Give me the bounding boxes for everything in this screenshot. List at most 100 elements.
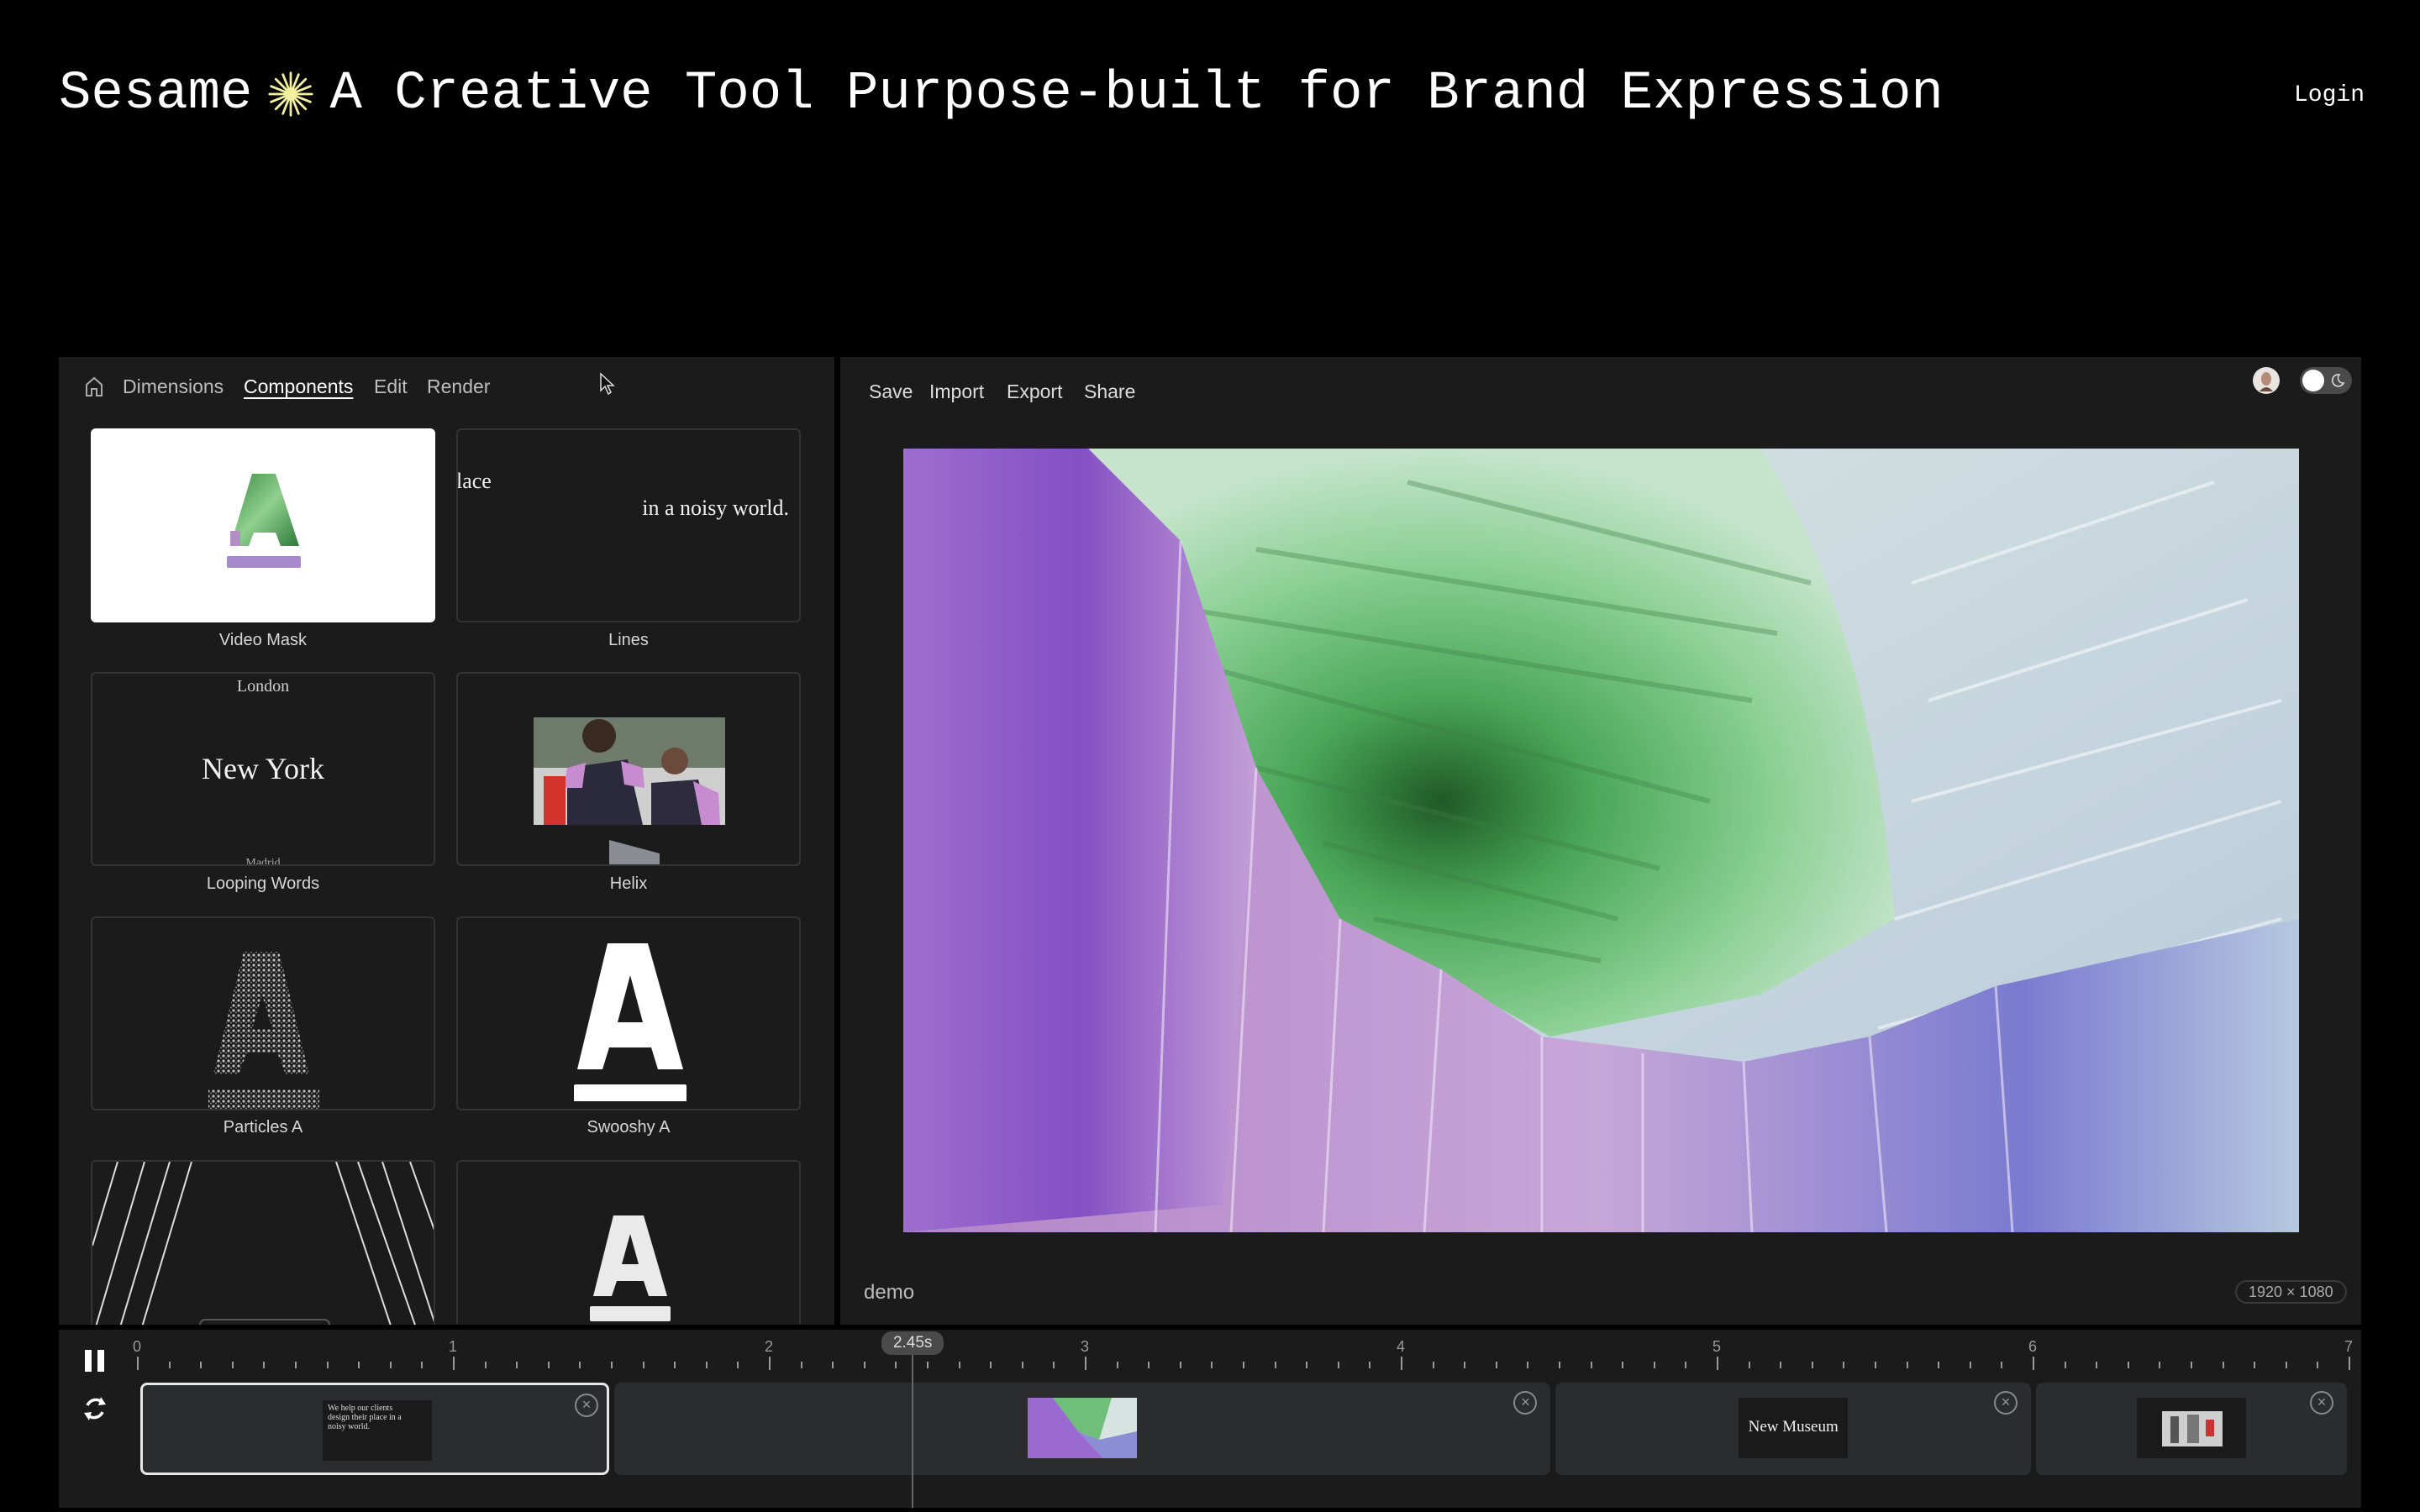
loop-icon[interactable]	[81, 1392, 109, 1425]
export-button[interactable]: Export	[1007, 381, 1062, 403]
component-card-lines-a[interactable]	[91, 1160, 435, 1325]
component-card-particles-a[interactable]	[91, 916, 435, 1110]
remove-clip-close-icon[interactable]: ×	[1993, 1391, 2018, 1415]
timeline: 0 1 2 3 4 5 6 7 We help our clients design thei…	[59, 1330, 2361, 1508]
ruler-minor-tick	[1053, 1362, 1055, 1368]
editor-panel: Save Import Export Share demo 1920 × 108…	[840, 357, 2361, 1325]
ruler-minor-tick	[642, 1362, 644, 1368]
login-link[interactable]: Login	[2294, 82, 2365, 108]
ruler-minor-tick	[927, 1362, 929, 1368]
nav-dimensions[interactable]: Dimensions	[123, 375, 224, 398]
save-button[interactable]: Save	[869, 381, 913, 403]
ruler-minor-tick	[1938, 1362, 1940, 1368]
ruler-minor-tick	[705, 1362, 708, 1368]
timeline-clip[interactable]: New Museum ×	[1555, 1383, 2031, 1475]
ruler-major-tick	[2033, 1357, 2034, 1370]
asterisk-star-icon	[268, 71, 314, 117]
component-card-video-mask[interactable]	[91, 428, 435, 622]
ruler-major-tick	[1401, 1357, 1402, 1370]
page-title: Sesame A Creative Tool Purpose-built for…	[59, 64, 1944, 124]
looping-word-main: New York	[201, 752, 325, 785]
canvas-preview[interactable]	[903, 449, 2299, 1232]
component-label: Helix	[609, 874, 648, 893]
ruler-label: 2	[764, 1338, 774, 1355]
import-button[interactable]: Import	[929, 381, 984, 403]
ruler-minor-tick	[2127, 1362, 2129, 1368]
ruler-minor-tick	[1780, 1362, 1782, 1368]
remove-clip-close-icon[interactable]: ×	[2310, 1391, 2333, 1415]
ruler-minor-tick	[263, 1362, 266, 1368]
ruler-minor-tick	[547, 1362, 550, 1368]
component-card-helix[interactable]	[456, 672, 801, 866]
ruler-minor-tick	[895, 1362, 897, 1368]
ruler-minor-tick	[1559, 1362, 1560, 1368]
avatar[interactable]	[2252, 366, 2281, 395]
ruler-minor-tick	[1116, 1362, 1118, 1368]
timeline-clip[interactable]: We help our clients design their place i…	[140, 1383, 609, 1475]
component-label: Looping Words	[206, 874, 320, 893]
home-icon[interactable]	[84, 375, 104, 397]
ruler-minor-tick	[2096, 1362, 2098, 1368]
ruler-minor-tick	[863, 1362, 865, 1368]
share-button[interactable]: Share	[1084, 381, 1135, 403]
ruler-minor-tick	[1432, 1362, 1434, 1368]
nav-edit[interactable]: Edit	[374, 375, 408, 398]
ruler-minor-tick	[1622, 1362, 1624, 1368]
ruler-minor-tick	[2254, 1362, 2256, 1368]
ruler-minor-tick	[389, 1362, 392, 1368]
component-card-lines[interactable]: lace in a noisy world.	[456, 428, 801, 622]
component-card-a-outline[interactable]	[456, 1160, 801, 1325]
nav-render[interactable]: Render	[427, 375, 490, 398]
video-mask-a-thumbnail	[227, 474, 301, 568]
ruler-minor-tick	[516, 1362, 518, 1368]
ruler-minor-tick	[1148, 1362, 1150, 1368]
clip-thumb-text: We help our clients design their place i…	[328, 1404, 402, 1431]
ruler-minor-tick	[1211, 1362, 1213, 1368]
lines-preview-text: lace	[456, 469, 492, 493]
ruler-minor-tick	[2285, 1362, 2287, 1368]
ruler-minor-tick	[579, 1362, 581, 1368]
ruler-major-tick	[2349, 1357, 2350, 1370]
ruler-minor-tick	[1369, 1362, 1371, 1368]
ruler-minor-tick	[1274, 1362, 1276, 1368]
ruler-minor-tick	[1527, 1362, 1529, 1368]
canvas-name[interactable]: demo	[864, 1281, 914, 1305]
component-label: Particles A	[223, 1118, 303, 1137]
swooshy-a-thumbnail	[574, 943, 687, 1101]
ruler-minor-tick	[2001, 1362, 2003, 1368]
clip-thumbnail	[1028, 1398, 1138, 1458]
playhead-time-badge: 2.45s	[881, 1331, 944, 1355]
ruler-minor-tick	[1179, 1362, 1181, 1368]
ruler-minor-tick	[1843, 1362, 1845, 1368]
ruler-label: 3	[1080, 1338, 1090, 1355]
ruler-minor-tick	[2222, 1362, 2224, 1368]
playhead[interactable]: 2.45s	[881, 1330, 944, 1508]
timeline-clip[interactable]: ×	[2036, 1383, 2347, 1475]
pause-icon[interactable]	[82, 1348, 108, 1373]
ruler-minor-tick	[1243, 1362, 1244, 1368]
component-card-swooshy-a[interactable]	[456, 916, 801, 1110]
nav-components[interactable]: Components	[244, 375, 353, 398]
theme-toggle[interactable]	[2300, 367, 2352, 394]
remove-clip-close-icon[interactable]: ×	[1513, 1391, 1538, 1415]
ruler-minor-tick	[800, 1362, 802, 1368]
ruler-minor-tick	[2159, 1362, 2161, 1368]
ruler-major-tick	[769, 1357, 771, 1370]
clip-thumbnail: New Museum	[1739, 1398, 1849, 1458]
component-label: Video Mask	[218, 631, 308, 649]
lines-a-thumbnail	[92, 1162, 434, 1325]
ruler-minor-tick	[1653, 1362, 1655, 1368]
lines-preview-text: in a noisy world.	[642, 496, 789, 520]
timeline-clip[interactable]: ×	[614, 1383, 1551, 1475]
ruler-minor-tick	[1811, 1362, 1813, 1368]
clip-thumbnail: We help our clients design their place i…	[323, 1400, 432, 1461]
component-card-looping-words[interactable]: London New York Madrid	[91, 672, 435, 866]
clip-thumb-photo	[2162, 1411, 2223, 1446]
dimensions-badge[interactable]: 1920 × 1080	[2235, 1280, 2347, 1304]
component-label: Swooshy A	[587, 1118, 671, 1137]
remove-clip-close-icon[interactable]: ×	[575, 1394, 598, 1417]
brand-name: Sesame	[59, 64, 253, 124]
a-logo-thumbnail	[590, 1215, 671, 1321]
ruler-major-tick	[1085, 1357, 1086, 1370]
ruler-major-tick	[137, 1357, 139, 1370]
